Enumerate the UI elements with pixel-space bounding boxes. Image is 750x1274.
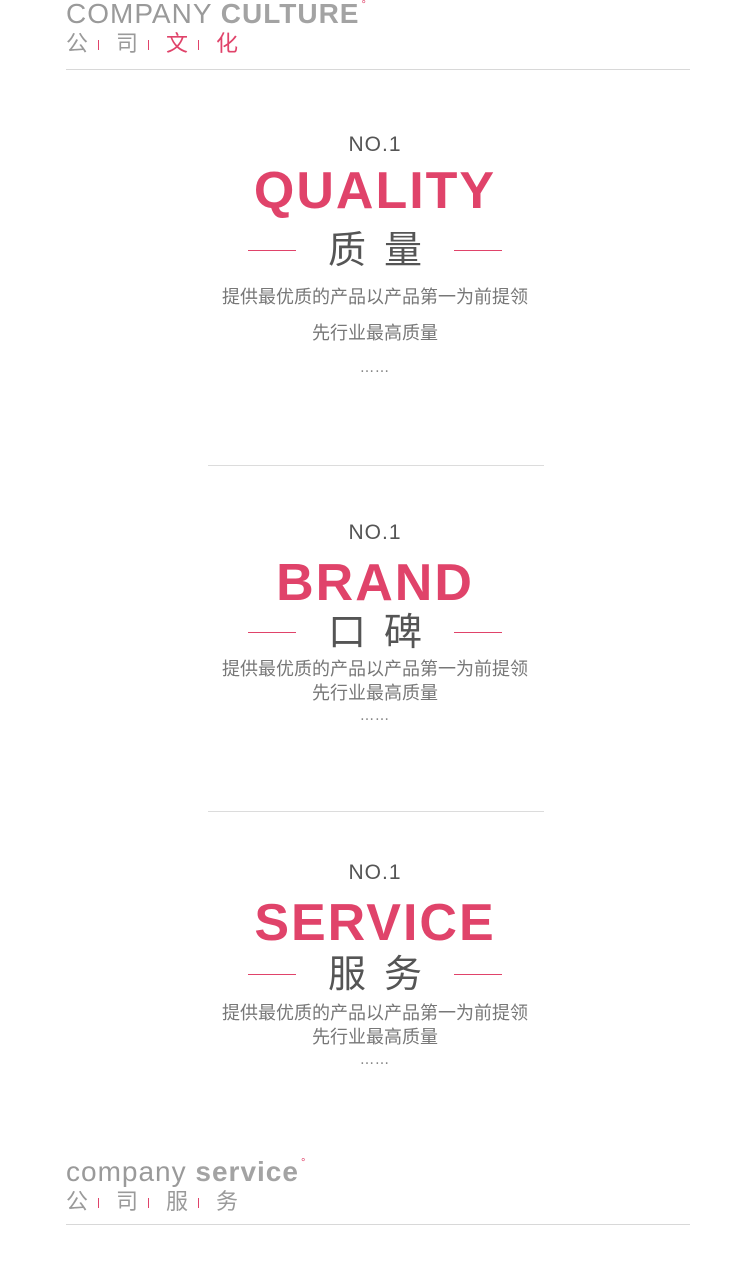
separator-bar [148, 1198, 149, 1208]
section-title: QUALITY [253, 162, 497, 220]
description-line-2: 先行业最高质量 [312, 683, 438, 704]
description-line-1: 提供最优质的产品以产品第一为前提领 [222, 1003, 528, 1024]
right-rule [454, 631, 502, 633]
header-title-light: company [66, 1156, 196, 1187]
company-service-header: company service ° 公 司 服 务 [66, 1158, 306, 1214]
section-brand: NO.1 BRAND 口碑 提供最优质的产品以产品第一为前提领 先行业最高质量 … [0, 522, 750, 723]
header-char-2: 司 [116, 1190, 139, 1215]
header-title-en: company service ° [66, 1158, 306, 1186]
ellipsis: …… [360, 360, 390, 376]
header-char-2: 司 [116, 32, 139, 57]
company-culture-header: COMPANY CULTURE ° 公 司 文 化 [66, 0, 367, 56]
right-rule [454, 249, 502, 251]
header-char-4: 化 [216, 32, 239, 57]
degree-mark: ° [361, 0, 367, 11]
description-line-1: 提供最优质的产品以产品第一为前提领 [222, 287, 528, 308]
description-line-2: 先行业最高质量 [312, 323, 438, 344]
left-rule [247, 249, 296, 251]
separator-bar [198, 40, 199, 50]
footer-underline [66, 1224, 690, 1225]
separator-bar [198, 1198, 199, 1208]
header-title-light: COMPANY [66, 0, 221, 29]
header-char-3: 服 [166, 1190, 189, 1215]
header-char-4: 务 [216, 1190, 239, 1215]
rank-label: NO.1 [348, 133, 402, 156]
section-quality: NO.1 QUALITY 质量 提供最优质的产品以产品第一为前提领 先行业最高质… [0, 134, 750, 375]
header-char-3: 文 [166, 32, 189, 57]
header-char-1: 公 [66, 1190, 89, 1215]
rank-label: NO.1 [348, 861, 402, 884]
header-title-cn: 公 司 文 化 [66, 34, 367, 56]
section-service: NO.1 SERVICE 服务 提供最优质的产品以产品第一为前提领 先行业最高质… [0, 862, 750, 1067]
description-line-2: 先行业最高质量 [312, 1027, 438, 1048]
left-rule [247, 973, 296, 975]
section-title: BRAND [276, 554, 474, 612]
left-rule [247, 631, 296, 633]
separator-bar [98, 40, 99, 50]
header-title-bold: service [195, 1156, 299, 1187]
section-title: SERVICE [254, 894, 496, 952]
section-divider [208, 811, 544, 812]
header-title-bold: CULTURE [220, 0, 360, 29]
section-subtitle-row: 口碑 [0, 613, 750, 651]
right-rule [454, 973, 502, 975]
description-line-1: 提供最优质的产品以产品第一为前提领 [222, 659, 528, 680]
header-underline [66, 69, 690, 70]
separator-bar [148, 40, 149, 50]
degree-mark: ° [300, 1157, 307, 1169]
section-divider [208, 465, 544, 466]
section-subtitle-cn: 质量 [327, 228, 440, 272]
ellipsis: …… [360, 708, 390, 724]
section-subtitle-cn: 服务 [327, 952, 440, 996]
rank-label: NO.1 [348, 521, 402, 544]
separator-bar [98, 1198, 99, 1208]
section-subtitle-row: 质量 [0, 231, 750, 269]
header-title-en: COMPANY CULTURE ° [66, 0, 367, 28]
header-char-1: 公 [66, 32, 89, 57]
header-title-cn: 公 司 服 务 [66, 1192, 306, 1214]
section-subtitle-cn: 口碑 [327, 610, 440, 654]
ellipsis: …… [360, 1052, 390, 1068]
section-subtitle-row: 服务 [0, 955, 750, 993]
